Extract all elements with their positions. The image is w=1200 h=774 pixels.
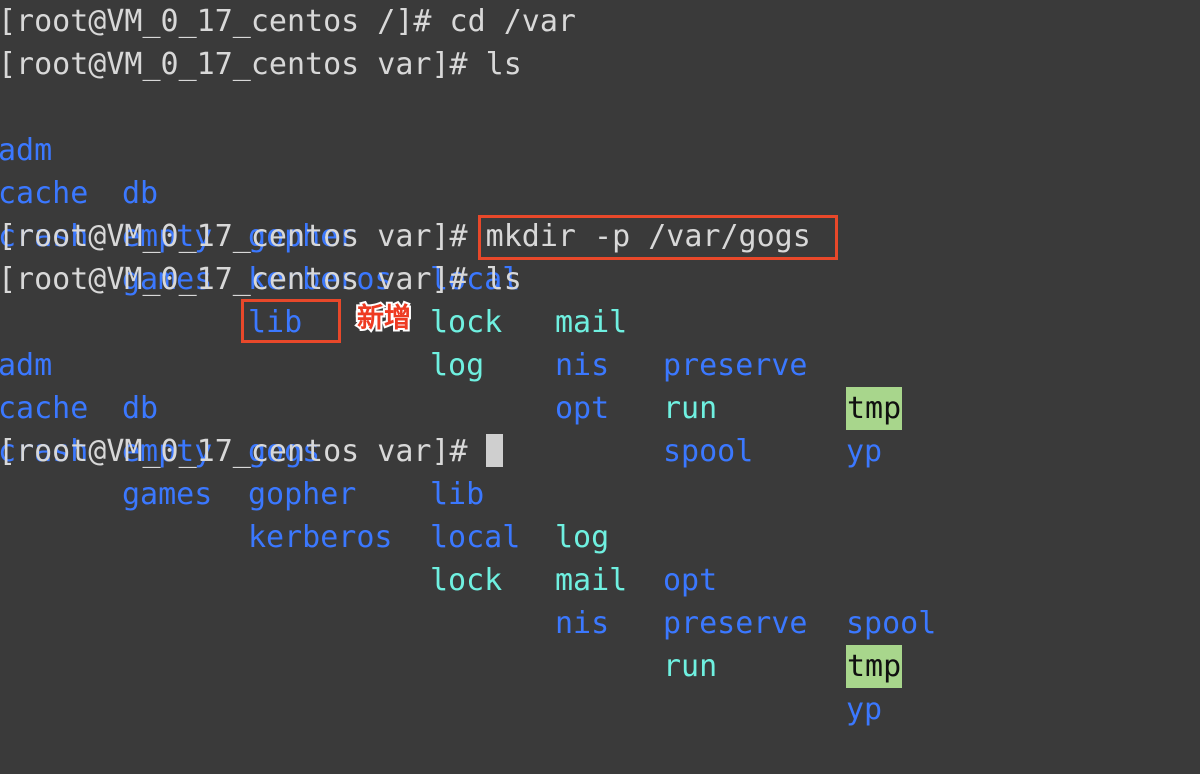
terminal-window[interactable]: [root@VM_0_17_centos /]# cd /var [root@V… <box>0 0 1200 727</box>
ls-entry: mail <box>555 563 628 598</box>
ls-entry: preserve <box>663 348 808 383</box>
ls-output-row: adm db gogs lib log opt spool <box>0 301 936 641</box>
ls-entry: run <box>663 649 718 684</box>
ls-entry: games <box>122 477 213 512</box>
ls-entry: lock <box>430 563 503 598</box>
shell-command: ls <box>485 262 522 297</box>
ls-entry: spool <box>846 606 937 641</box>
ls-entry: gopher <box>248 477 357 512</box>
ls-entry: spool <box>663 434 754 469</box>
terminal-line-mkdir: [root@VM_0_17_centos var]# mkdir -p /var… <box>0 215 811 258</box>
shell-prompt: [root@VM_0_17_centos var]# <box>0 434 486 469</box>
terminal-line-2: [root@VM_0_17_centos var]# ls <box>0 43 522 86</box>
ls-output-row: adm db gopher local mail preserve tmp <box>0 86 903 430</box>
terminal-line-1: [root@VM_0_17_centos /]# cd /var <box>0 0 576 43</box>
ls-entry: opt <box>663 563 718 598</box>
ls-output-row: cache empty kerberos lock nis run yp <box>0 129 882 469</box>
ls-entry-sticky: tmp <box>846 387 903 430</box>
shell-prompt: [root@VM_0_17_centos var]# <box>0 262 486 297</box>
shell-command-mkdir: mkdir -p /var/gogs <box>485 219 811 254</box>
ls-output-row: crash games lib log opt spool <box>0 172 753 469</box>
ls-entry: lib <box>430 477 485 512</box>
ls-entry: db <box>122 176 159 211</box>
text-cursor <box>485 434 503 467</box>
ls-entry: local <box>430 520 521 555</box>
ls-entry: nis <box>555 606 610 641</box>
ls-entry: nis <box>555 348 610 383</box>
shell-command: ls <box>485 47 522 82</box>
terminal-line-final-prompt: [root@VM_0_17_centos var]# <box>0 430 503 473</box>
ls-entry: lib <box>248 305 303 340</box>
terminal-line-ls2: [root@VM_0_17_centos var]# ls <box>0 258 522 301</box>
shell-command: cd /var <box>449 4 576 39</box>
shell-prompt: [root@VM_0_17_centos var]# <box>0 47 486 82</box>
ls-entry: log <box>555 520 610 555</box>
ls-output-row: crash games kerberos lock nis run yp <box>0 387 882 727</box>
ls-entry: run <box>663 391 718 426</box>
ls-entry: preserve <box>663 606 808 641</box>
ls-entry-sticky: tmp <box>846 645 903 688</box>
annotation-new-label: 新增 <box>355 301 413 336</box>
ls-entry: mail <box>555 305 628 340</box>
ls-entry: opt <box>555 391 610 426</box>
ls-output-row: cache empty gopher local mail preserve t… <box>0 344 903 688</box>
ls-entry: log <box>430 348 485 383</box>
ls-entry: kerberos <box>248 520 393 555</box>
shell-prompt: [root@VM_0_17_centos var]# <box>0 219 486 254</box>
ls-entry: yp <box>846 692 883 727</box>
ls-entry: lock <box>430 305 503 340</box>
ls-entry: yp <box>846 434 883 469</box>
shell-prompt: [root@VM_0_17_centos /]# <box>0 4 450 39</box>
ls-entry: db <box>122 391 159 426</box>
